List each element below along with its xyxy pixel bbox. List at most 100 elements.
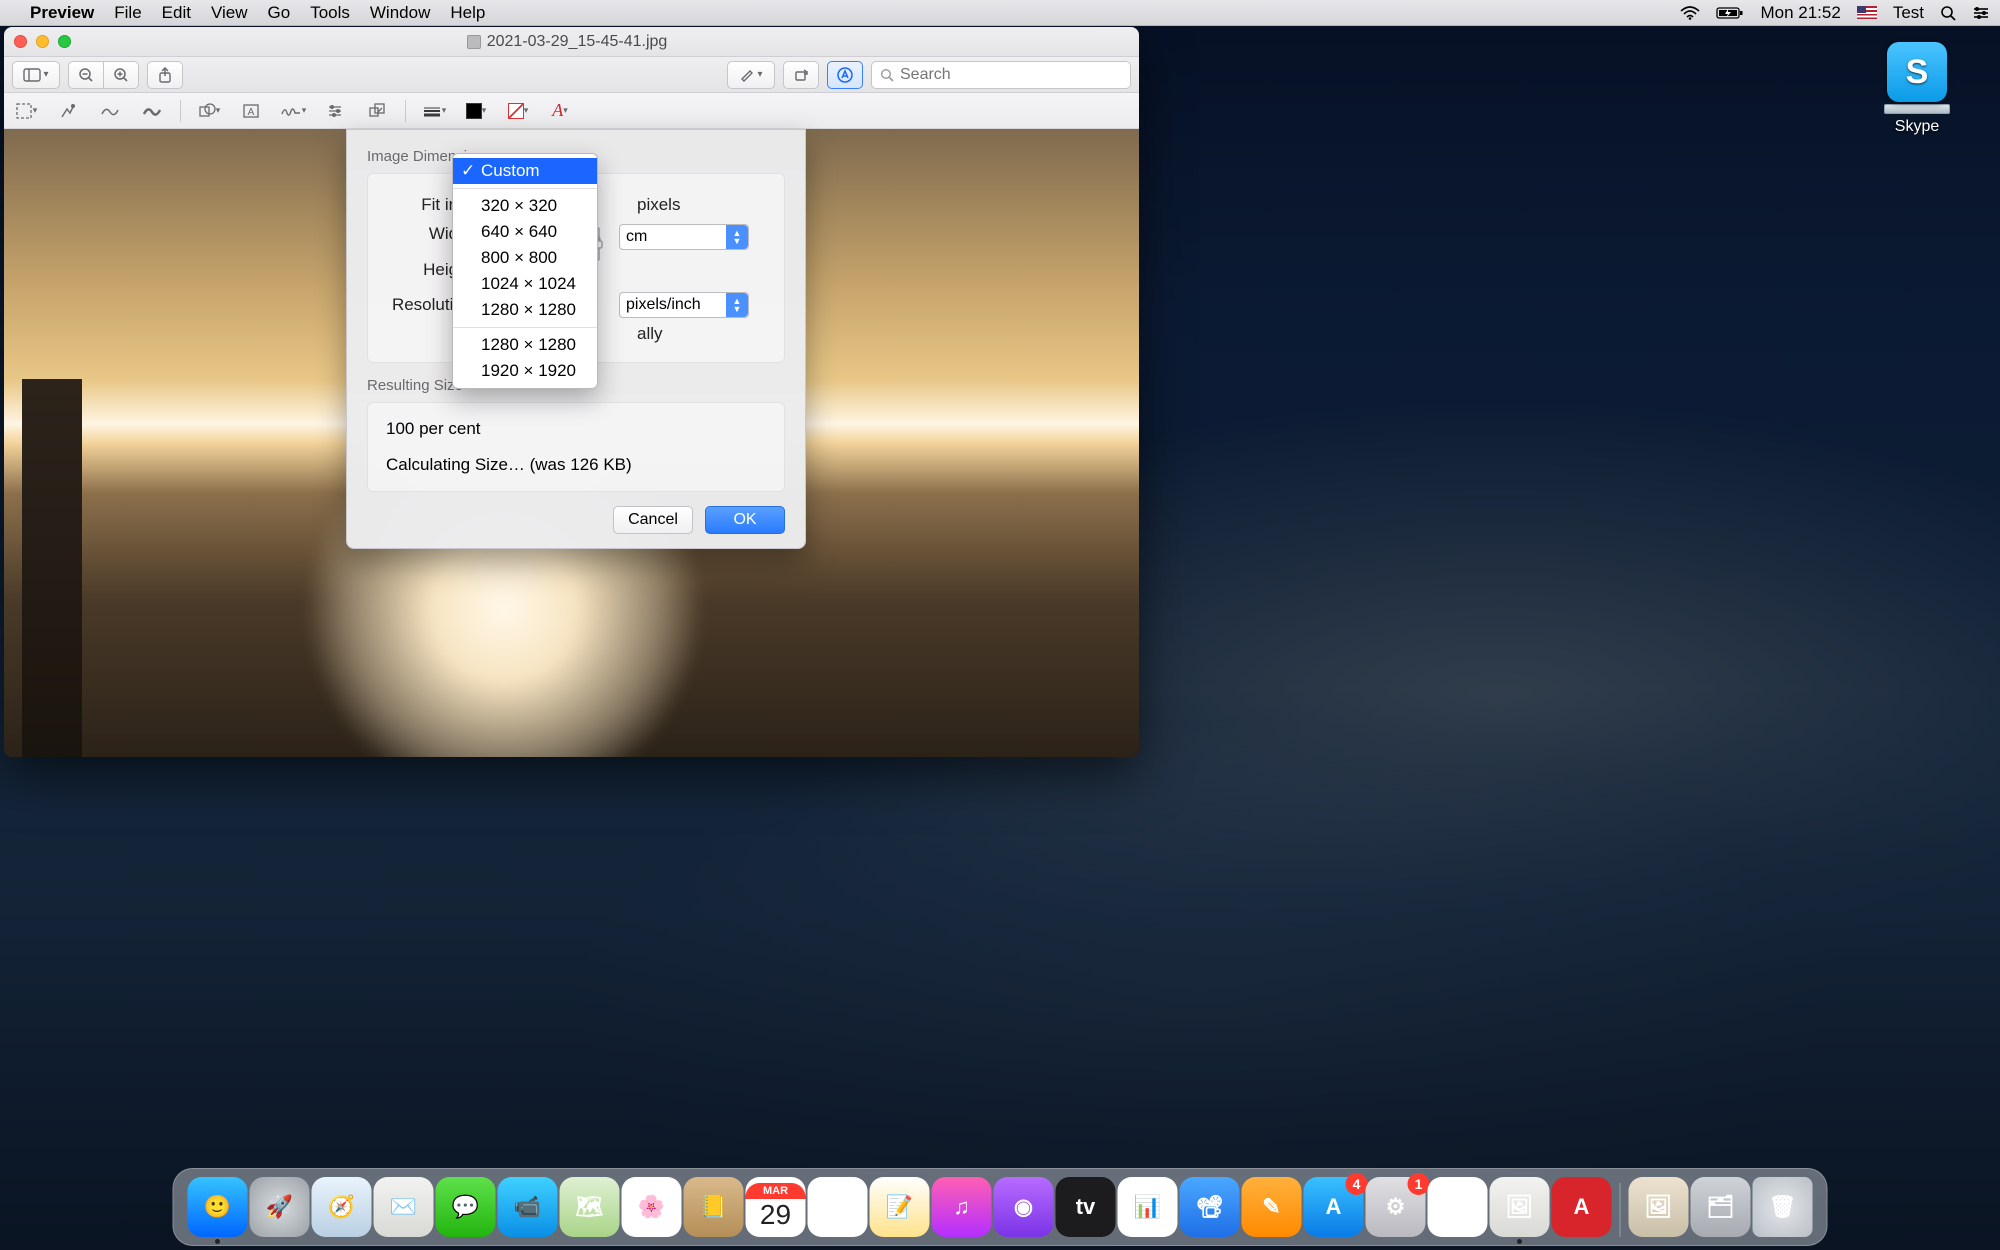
dock: 🙂🚀🧭✉️💬📹🗺🌸📒MAR29☑︎📝♫◉tv📊📽✎A4⚙︎1◉🖼A🖼🗂🗑 [173,1168,1828,1246]
window-titlebar[interactable]: 2021-03-29_15-45-41.jpg [4,27,1139,57]
dock-app-music[interactable]: ♫ [932,1177,992,1237]
cancel-button[interactable]: Cancel [613,506,693,534]
skype-icon [1887,42,1947,102]
menu-user[interactable]: Test [1893,3,1924,23]
sign-icon[interactable]: ▾ [279,97,307,125]
preview-window: 2021-03-29_15-45-41.jpg ▾ ▾ ▾ [4,27,1139,757]
dock-app-pages[interactable]: ✎ [1242,1177,1302,1237]
document-icon [467,35,481,49]
dock-app-preview[interactable]: 🖼 [1490,1177,1550,1237]
dock-app-sysprefs[interactable]: ⚙︎1 [1366,1177,1426,1237]
ok-button[interactable]: OK [705,506,785,534]
spotlight-icon[interactable] [1940,5,1956,21]
dock-app-safari[interactable]: 🧭 [312,1177,372,1237]
text-icon[interactable]: A [237,97,265,125]
line-style-icon[interactable]: ▾ [420,97,448,125]
dock-app-reminders[interactable]: ☑︎ [808,1177,868,1237]
fit-into-dropdown[interactable]: Custom 320 × 320 640 × 640 800 × 800 102… [452,153,598,389]
adjust-size-icon[interactable] [363,97,391,125]
control-center-icon[interactable] [1972,6,1990,20]
dropdown-option[interactable]: 1280 × 1280 [453,297,597,323]
selection-tool-icon[interactable]: ▾ [12,97,40,125]
separator [405,100,406,122]
dock-app-downloads[interactable]: 🖼 [1629,1177,1689,1237]
dock-app-numbers[interactable]: 📊 [1118,1177,1178,1237]
menu-tools[interactable]: Tools [310,3,350,23]
markup-button[interactable] [827,61,863,89]
app-menu[interactable]: Preview [30,3,94,23]
fit-into-unit: pixels [637,195,680,215]
scale-proportionally-partial: ally [637,324,663,344]
resulting-size: Calculating Size… (was 126 KB) [386,455,770,475]
dock-app-launchpad[interactable]: 🚀 [250,1177,310,1237]
instant-alpha-icon[interactable] [54,97,82,125]
dock-app-messages[interactable]: 💬 [436,1177,496,1237]
dock-app-facetime[interactable]: 📹 [498,1177,558,1237]
dock-app-maps[interactable]: 🗺 [560,1177,620,1237]
dock-app-photos[interactable]: 🌸 [622,1177,682,1237]
desktop-icon-label: Skype [1874,118,1960,136]
sketch-icon[interactable] [96,97,124,125]
zoom-out-button[interactable] [68,61,104,89]
rotate-button[interactable] [783,61,819,89]
dock-app-notes[interactable]: 📝 [870,1177,930,1237]
dock-app-tv[interactable]: tv [1056,1177,1116,1237]
window-toolbar: ▾ ▾ [4,57,1139,93]
unit-select[interactable]: cm ▲▼ [619,224,749,250]
resolution-unit-value: pixels/inch [626,296,701,314]
dock-separator [1620,1183,1621,1237]
menu-clock[interactable]: Mon 21:52 [1760,3,1840,23]
search-input[interactable] [900,66,1122,84]
dock-app-keynote[interactable]: 📽 [1180,1177,1240,1237]
draw-icon[interactable] [138,97,166,125]
dropdown-option[interactable]: 800 × 800 [453,245,597,271]
border-color-icon[interactable]: ▾ [462,97,490,125]
desktop-icon-skype[interactable]: Skype [1874,42,1960,136]
battery-icon[interactable] [1716,6,1744,20]
dock-app-chrome[interactable]: ◉ [1428,1177,1488,1237]
markup-toolbar: ▾ ▾ A ▾ ▾ ▾ ▾ A▾ [4,93,1139,129]
dock-app-mail[interactable]: ✉️ [374,1177,434,1237]
share-button[interactable] [147,61,183,89]
sidebar-button[interactable]: ▾ [12,61,60,89]
dropdown-option[interactable]: 640 × 640 [453,219,597,245]
dock-app-contacts[interactable]: 📒 [684,1177,744,1237]
fill-color-icon[interactable]: ▾ [504,97,532,125]
dock-app-trash[interactable]: 🗑 [1753,1177,1813,1237]
dropdown-option[interactable]: Custom [453,158,597,184]
text-style-icon[interactable]: A▾ [546,97,574,125]
adjust-color-icon[interactable] [321,97,349,125]
wifi-icon[interactable] [1680,6,1700,20]
dropdown-option[interactable]: 1024 × 1024 [453,271,597,297]
close-button[interactable] [14,35,27,48]
window-title: 2021-03-29_15-45-41.jpg [487,33,668,51]
highlight-button[interactable]: ▾ [727,61,775,89]
menu-bar: Preview File Edit View Go Tools Window H… [0,0,2000,26]
zoom-in-button[interactable] [103,61,139,89]
flag-icon[interactable] [1857,6,1877,19]
separator [180,100,181,122]
menu-go[interactable]: Go [268,3,291,23]
resolution-unit-select[interactable]: pixels/inch ▲▼ [619,292,749,318]
unit-select-value: cm [626,228,647,246]
zoom-button[interactable] [58,35,71,48]
dock-app-finder[interactable]: 🙂 [188,1177,248,1237]
dropdown-option[interactable]: 1280 × 1280 [453,332,597,358]
dropdown-option[interactable]: 1920 × 1920 [453,358,597,384]
shapes-icon[interactable]: ▾ [195,97,223,125]
menu-edit[interactable]: Edit [162,3,191,23]
resulting-percent: 100 per cent [386,419,770,439]
search-field[interactable] [871,61,1131,89]
dock-app-acrobat[interactable]: A [1552,1177,1612,1237]
dropdown-option[interactable]: 320 × 320 [453,193,597,219]
dock-app-appstore[interactable]: A4 [1304,1177,1364,1237]
window-controls [14,35,71,48]
menu-window[interactable]: Window [370,3,430,23]
dock-app-recent[interactable]: 🗂 [1691,1177,1751,1237]
dock-app-calendar[interactable]: MAR29 [746,1177,806,1237]
minimize-button[interactable] [36,35,49,48]
menu-view[interactable]: View [211,3,248,23]
dock-app-podcasts[interactable]: ◉ [994,1177,1054,1237]
menu-help[interactable]: Help [450,3,485,23]
menu-file[interactable]: File [114,3,141,23]
